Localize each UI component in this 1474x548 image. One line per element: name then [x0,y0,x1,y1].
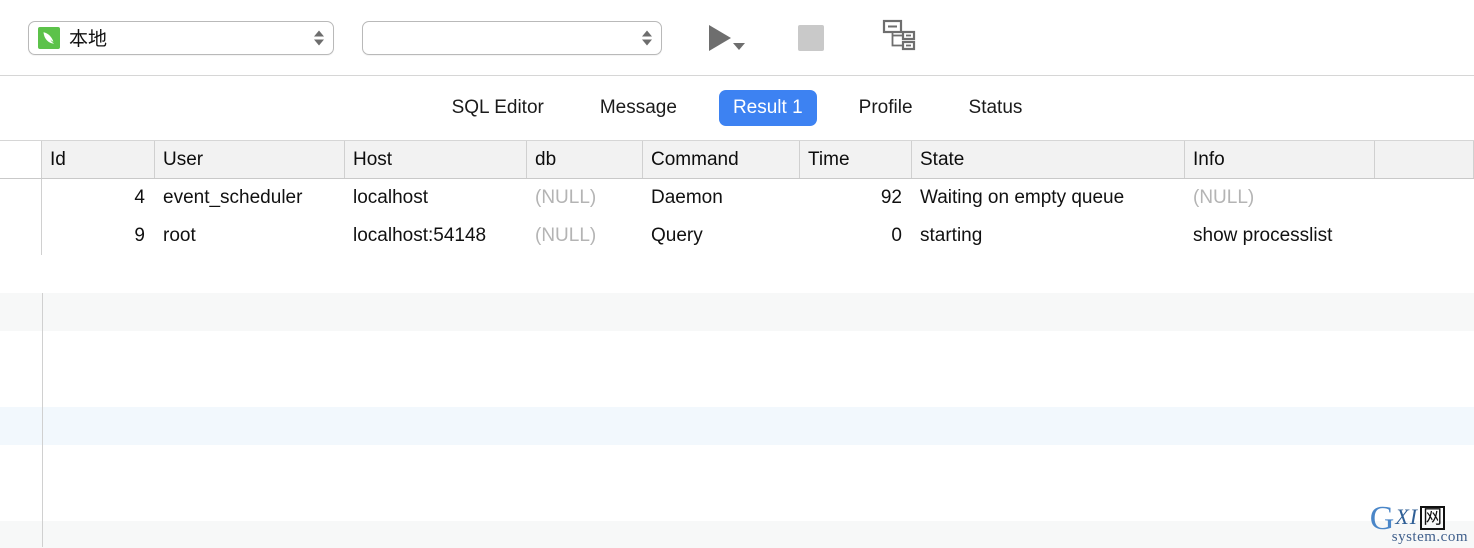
cell-time[interactable]: 92 [800,179,912,217]
cell-id[interactable]: 9 [42,217,155,255]
connection-value: 本地 [69,28,108,50]
row-header[interactable] [0,179,42,217]
tab-message[interactable]: Message [586,90,691,126]
watermark-xi: XI [1395,504,1419,529]
column-header-db[interactable]: db [527,141,643,178]
chevron-updown-icon[interactable] [314,30,324,45]
watermark-box: 网 [1420,506,1446,530]
chevron-updown-icon[interactable] [642,30,652,45]
table-row[interactable]: 9 root localhost:54148 (NULL) Query 0 st… [0,217,1474,255]
grid-empty-stripe [0,407,1474,445]
cell-info[interactable]: (NULL) [1185,179,1375,217]
cell-host[interactable]: localhost:54148 [345,217,527,255]
stop-button[interactable] [782,15,840,61]
watermark: G XI 网 system.com [1369,500,1468,545]
play-icon [709,24,745,51]
mysql-dolphin-icon [38,26,60,49]
cell-command[interactable]: Daemon [643,179,800,217]
column-header-host[interactable]: Host [345,141,527,178]
cell-db[interactable]: (NULL) [527,217,643,255]
grid-header-row: Id User Host db Command Time State Info [0,141,1474,179]
grid-empty-area [0,293,1474,548]
tab-status[interactable]: Status [955,90,1037,126]
column-header-filler [1375,141,1474,178]
toolbar: 本地 [0,0,1474,76]
watermark-domain: system.com [1391,529,1468,545]
connection-select[interactable]: 本地 [28,20,334,55]
column-header-info[interactable]: Info [1185,141,1375,178]
tab-sql-editor[interactable]: SQL Editor [438,90,558,126]
cell-time[interactable]: 0 [800,217,912,255]
run-button[interactable] [698,15,756,61]
cell-db[interactable]: (NULL) [527,179,643,217]
stop-square-icon [798,24,824,51]
cell-id[interactable]: 4 [42,179,155,217]
tab-profile[interactable]: Profile [845,90,927,126]
grid-empty-stripe [0,293,1474,331]
cell-user[interactable]: root [155,217,345,255]
column-header-id[interactable]: Id [42,141,155,178]
cell-filler [1375,217,1474,255]
explain-button[interactable] [870,15,928,61]
cell-user[interactable]: event_scheduler [155,179,345,217]
database-select[interactable] [362,20,662,55]
column-header-time[interactable]: Time [800,141,912,178]
cell-state[interactable]: Waiting on empty queue [912,179,1185,217]
row-header[interactable] [0,217,42,255]
result-grid: Id User Host db Command Time State Info … [0,141,1474,548]
cell-info[interactable]: show processlist [1185,217,1375,255]
grid-empty-stripe [0,521,1474,548]
cell-command[interactable]: Query [643,217,800,255]
explain-plan-tree-icon [882,18,916,57]
watermark-g: G [1369,500,1395,538]
column-header-command[interactable]: Command [643,141,800,178]
cell-state[interactable]: starting [912,217,1185,255]
column-header-state[interactable]: State [912,141,1185,178]
column-header-user[interactable]: User [155,141,345,178]
cell-filler [1375,179,1474,217]
result-tabbar: SQL Editor Message Result 1 Profile Stat… [0,76,1474,141]
grid-gutter-divider [42,293,43,547]
cell-host[interactable]: localhost [345,179,527,217]
toolbar-buttons [698,15,928,61]
row-header-corner [0,141,42,178]
table-row[interactable]: 4 event_scheduler localhost (NULL) Daemo… [0,179,1474,217]
tab-result-1[interactable]: Result 1 [718,90,817,126]
